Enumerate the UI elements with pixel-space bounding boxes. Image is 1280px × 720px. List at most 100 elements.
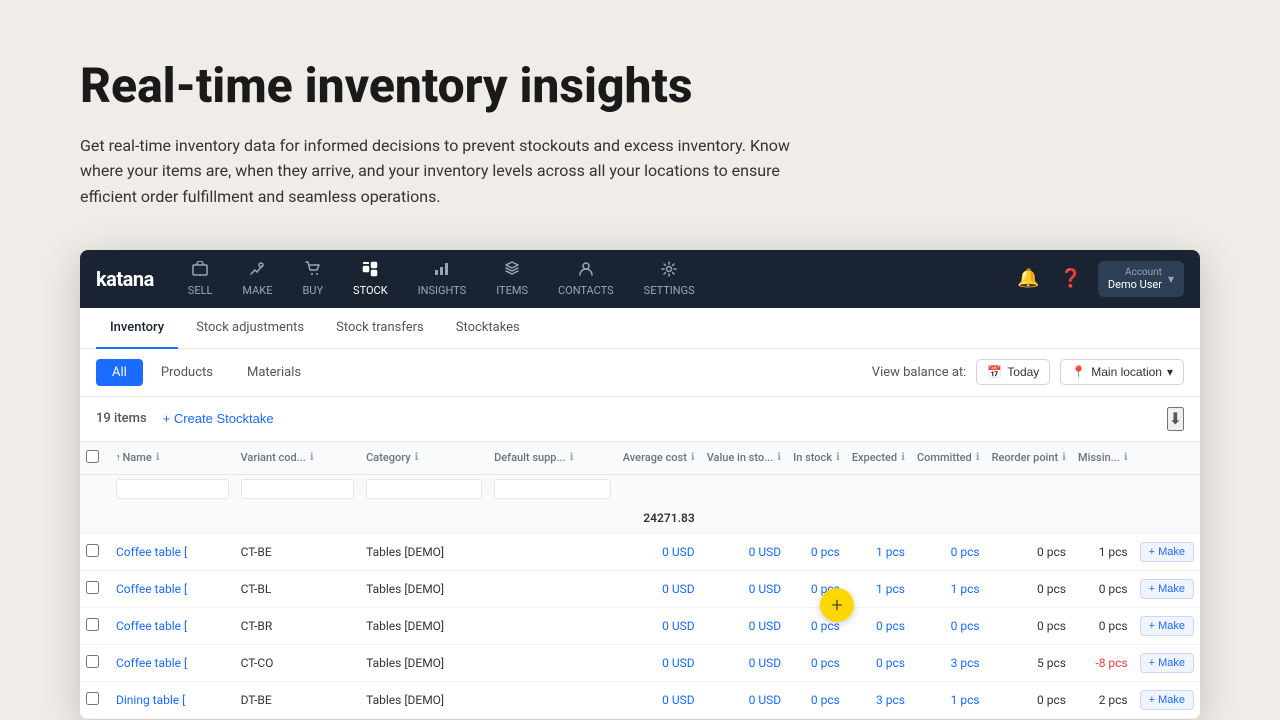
row-committed-link-2[interactable]: 0 pcs [951,619,980,633]
account-label: Account [1108,267,1162,278]
items-icon [504,261,520,281]
balance-label: View balance at: [872,365,967,380]
col-missing-info-icon: ℹ [1124,452,1128,463]
row-missing-value-0: 1 pcs [1099,545,1128,559]
row-value-link-3[interactable]: 0 USD [749,656,782,670]
make-button-3[interactable]: + Make [1140,653,1194,673]
nav-item-contacts[interactable]: CONTACTS [544,253,628,305]
row-expected-link-4[interactable]: 3 pcs [876,693,905,707]
notifications-icon[interactable]: 🔔 [1013,264,1043,293]
row-avgcost-link-4[interactable]: 0 USD [662,693,695,707]
row-name-link-3[interactable]: Coffee table [ [116,656,229,670]
nav-item-sell[interactable]: SELL [174,253,227,305]
col-name[interactable]: ↑ Name ℹ [110,442,235,475]
row-committed-link-3[interactable]: 3 pcs [951,656,980,670]
sub-nav-stocktakes[interactable]: Stocktakes [442,308,534,349]
col-variant-label: Variant cod... [241,451,306,464]
col-value-stock[interactable]: Value in sto... ℹ [701,442,787,475]
col-committed[interactable]: Committed ℹ [911,442,986,475]
nav-item-stock[interactable]: STOCK [339,253,402,305]
col-default-supp[interactable]: Default supp... ℹ [488,442,617,475]
row-instock-link-4[interactable]: 0 pcs [811,693,840,707]
table-filter-row [80,474,1200,503]
row-avgcost-link-2[interactable]: 0 USD [662,619,695,633]
filter-variant-input[interactable] [241,479,355,499]
make-label-2: Make [1158,620,1185,632]
make-plus-icon-4: + [1149,694,1155,706]
filter-checkbox-cell [80,474,110,503]
col-missing[interactable]: Missin... ℹ [1072,442,1134,475]
col-reorder[interactable]: Reorder point ℹ [986,442,1072,475]
sell-icon [192,261,208,281]
filter-tab-all[interactable]: All [96,359,143,386]
account-user: Demo User [1108,278,1162,291]
col-category[interactable]: Category ℹ [360,442,488,475]
col-expected[interactable]: Expected ℹ [846,442,911,475]
sub-nav-adjustments[interactable]: Stock adjustments [182,308,318,349]
nav-item-insights[interactable]: INSIGHTS [404,253,481,305]
create-stocktake-button[interactable]: + Create Stocktake [163,411,274,426]
make-button-1[interactable]: + Make [1140,579,1194,599]
app-logo: katana [96,267,154,291]
col-in-stock[interactable]: In stock ℹ [787,442,846,475]
row-avgcost-link-0[interactable]: 0 USD [662,545,695,559]
row-expected-link-3[interactable]: 0 pcs [876,656,905,670]
row-action-3: + Make [1134,644,1200,681]
filter-reorder-cell [986,474,1072,503]
row-committed-link-0[interactable]: 0 pcs [951,545,980,559]
row-avgcost-2: 0 USD [617,607,701,644]
row-instock-link-3[interactable]: 0 pcs [811,656,840,670]
row-checkbox-input-0[interactable] [86,544,99,557]
sub-nav-transfers[interactable]: Stock transfers [322,308,438,349]
row-avgcost-link-3[interactable]: 0 USD [662,656,695,670]
sub-nav-inventory[interactable]: Inventory [96,308,178,349]
select-all-checkbox[interactable] [86,450,99,463]
make-button-0[interactable]: + Make [1140,542,1194,562]
row-checkbox-input-2[interactable] [86,618,99,631]
make-label-3: Make [1158,657,1185,669]
row-committed-link-4[interactable]: 1 pcs [951,693,980,707]
row-value-link-1[interactable]: 0 USD [749,582,782,596]
filter-tab-materials[interactable]: Materials [231,359,317,386]
items-count: 19 items [96,411,147,426]
nav-item-settings[interactable]: SETTINGS [630,253,709,305]
row-checkbox-input-3[interactable] [86,655,99,668]
row-checkbox-input-1[interactable] [86,581,99,594]
row-committed-4: 1 pcs [911,681,986,718]
today-button[interactable]: 📅 Today [976,359,1050,385]
row-checkbox-input-4[interactable] [86,692,99,705]
row-name-link-1[interactable]: Coffee table [ [116,582,229,596]
make-plus-icon-3: + [1149,657,1155,669]
download-button[interactable]: ⬇ [1167,407,1184,431]
row-expected-link-1[interactable]: 1 pcs [876,582,905,596]
filter-name-input[interactable] [116,479,229,499]
nav-item-items[interactable]: ITEMS [482,253,542,305]
filter-tab-products[interactable]: Products [145,359,229,386]
row-name-link-4[interactable]: Dining table [ [116,693,229,707]
row-expected-link-0[interactable]: 1 pcs [876,545,905,559]
floating-plus-button[interactable]: + [820,588,854,622]
nav-item-buy[interactable]: BUY [288,253,337,305]
row-value-link-4[interactable]: 0 USD [749,693,782,707]
row-checkbox-1 [80,570,110,607]
location-button[interactable]: 📍 Main location ▾ [1060,359,1184,385]
make-button-2[interactable]: + Make [1140,616,1194,636]
row-avgcost-link-1[interactable]: 0 USD [662,582,695,596]
nav-item-make[interactable]: MAKE [228,253,286,305]
row-name-link-0[interactable]: Coffee table [ [116,545,229,559]
row-value-link-0[interactable]: 0 USD [749,545,782,559]
row-instock-link-0[interactable]: 0 pcs [811,545,840,559]
row-committed-link-1[interactable]: 1 pcs [951,582,980,596]
row-value-link-2[interactable]: 0 USD [749,619,782,633]
filter-supp-input[interactable] [494,479,611,499]
account-button[interactable]: Account Demo User ▾ [1098,261,1184,297]
row-missing-value-3: -8 pcs [1095,656,1127,670]
col-variant-code[interactable]: Variant cod... ℹ [235,442,361,475]
filter-category-input[interactable] [366,479,482,499]
col-avg-cost[interactable]: Average cost ℹ [617,442,701,475]
make-button-4[interactable]: + Make [1140,690,1194,710]
help-icon[interactable]: ❓ [1055,264,1085,293]
total-empty-5 [488,503,617,534]
row-expected-link-2[interactable]: 0 pcs [876,619,905,633]
row-name-link-2[interactable]: Coffee table [ [116,619,229,633]
